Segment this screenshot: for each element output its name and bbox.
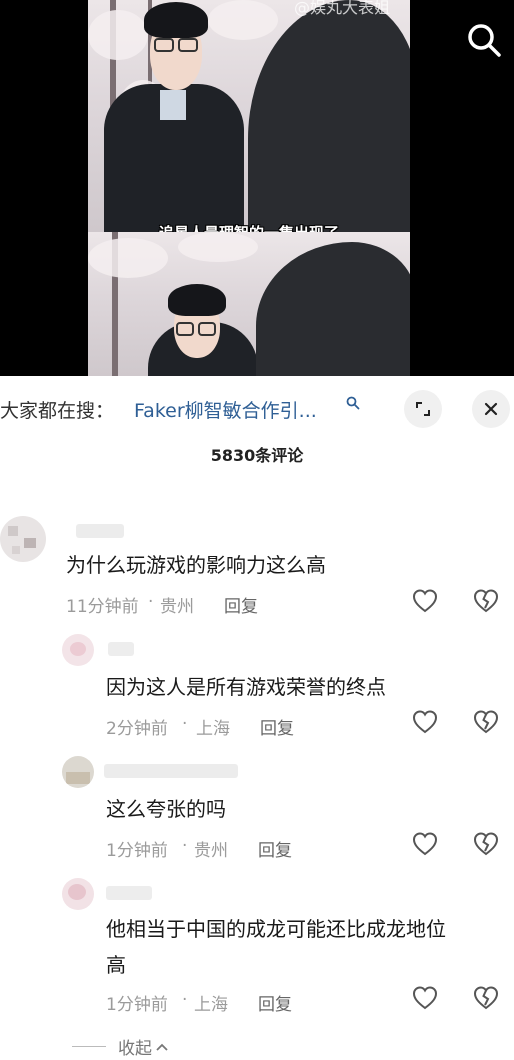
avatar[interactable] <box>62 634 94 666</box>
comment-time: 1分钟前 <box>106 995 168 1015</box>
reply-button[interactable]: 回复 <box>258 836 292 861</box>
heart-icon[interactable] <box>411 830 439 858</box>
comment-location: 贵州 <box>160 597 194 617</box>
username-blurred[interactable] <box>106 886 152 900</box>
close-icon <box>484 402 498 416</box>
broken-heart-icon[interactable] <box>472 587 500 615</box>
comment-separator: · <box>182 990 188 1010</box>
comment-location: 上海 <box>194 995 228 1015</box>
comment-text: 为什么玩游戏的影响力这么高 <box>66 553 326 577</box>
heart-icon[interactable] <box>411 984 439 1012</box>
username-blurred[interactable] <box>76 524 124 538</box>
comment-text-line1: 他相当于中国的成龙可能还比成龙地位 <box>106 917 446 941</box>
reply-button[interactable]: 回复 <box>260 714 294 739</box>
collapse-label: 收起 <box>118 1039 152 1059</box>
comment-time: 1分钟前 <box>106 841 168 861</box>
avatar[interactable] <box>62 878 94 910</box>
comment-location: 上海 <box>196 719 230 739</box>
hot-search-query-link[interactable]: Faker柳智敏合作引... <box>134 396 317 423</box>
comment-count: 5830条评论 <box>210 446 304 465</box>
reply-button[interactable]: 回复 <box>224 592 258 617</box>
video-watermark: @娱丸大表姐 <box>293 0 390 17</box>
search-small-icon[interactable] <box>346 396 360 410</box>
video-frame-bottom <box>88 232 410 376</box>
collapse-replies-button[interactable]: 收起 <box>72 1034 170 1059</box>
hot-search-bar: 大家都在搜： Faker柳智敏合作引... <box>0 376 514 440</box>
comment-text: 这么夸张的吗 <box>106 797 226 821</box>
close-button[interactable] <box>472 390 510 428</box>
reply-button[interactable]: 回复 <box>258 990 292 1015</box>
comment-text: 因为这人是所有游戏荣誉的终点 <box>106 675 386 699</box>
search-icon[interactable] <box>466 22 502 58</box>
avatar[interactable] <box>0 516 46 562</box>
divider <box>72 1046 106 1047</box>
comment-separator: · <box>182 714 188 734</box>
comment-separator: · <box>148 592 154 612</box>
chevron-up-icon <box>156 1043 168 1051</box>
broken-heart-icon[interactable] <box>472 984 500 1012</box>
comment-time: 2分钟前 <box>106 719 168 739</box>
expand-button[interactable] <box>404 390 442 428</box>
comment-text-line2: 高 <box>106 953 126 977</box>
heart-icon[interactable] <box>411 587 439 615</box>
broken-heart-icon[interactable] <box>472 708 500 736</box>
video-caption: 追星人最理智的一集出现了 <box>88 222 410 232</box>
video-player[interactable]: 追星人最理智的一集出现了 @娱丸大表姐 <box>0 0 514 376</box>
comment-separator: · <box>182 836 188 856</box>
heart-icon[interactable] <box>411 708 439 736</box>
avatar[interactable] <box>62 756 94 788</box>
broken-heart-icon[interactable] <box>472 830 500 858</box>
username-blurred[interactable] <box>108 642 134 656</box>
username-blurred[interactable] <box>104 764 238 778</box>
expand-icon <box>416 402 430 416</box>
video-frame-top: 追星人最理智的一集出现了 @娱丸大表姐 <box>88 0 410 232</box>
comment-time: 11分钟前 <box>66 597 139 617</box>
hot-search-prefix: 大家都在搜： <box>0 400 115 422</box>
comment-location: 贵州 <box>194 841 228 861</box>
